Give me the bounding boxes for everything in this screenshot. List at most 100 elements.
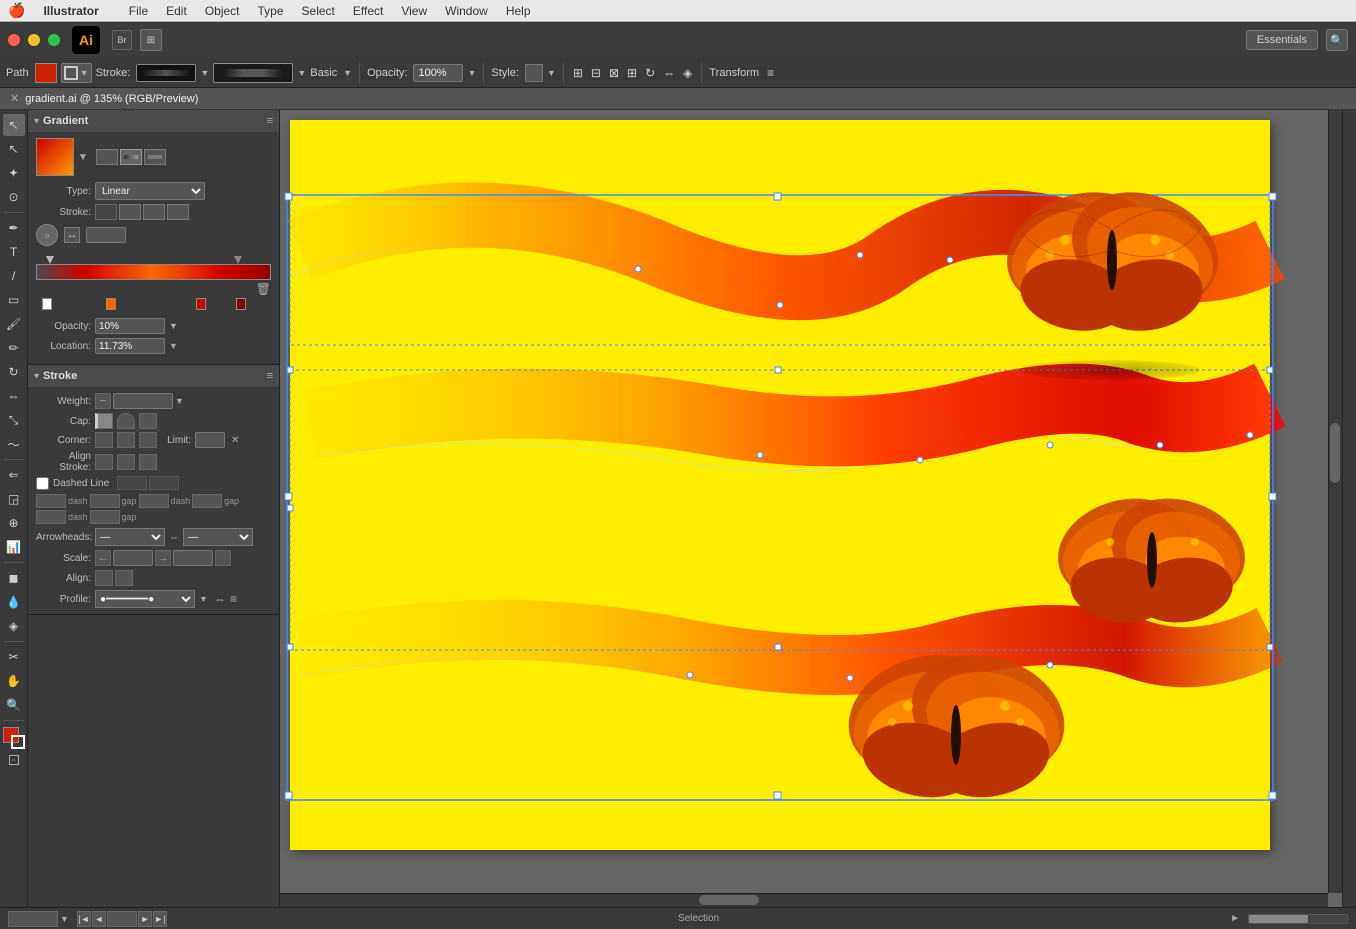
warp-tool[interactable]: 〜 (3, 433, 25, 455)
width-tool[interactable]: ⇐ (3, 464, 25, 486)
brush-preview[interactable] (213, 63, 293, 83)
gradient-swatch-dropdown[interactable]: ▼ (78, 152, 88, 163)
pencil-tool[interactable]: ✏ (3, 337, 25, 359)
style-dropdown[interactable]: ▼ (547, 68, 556, 78)
gradient-panel-header[interactable]: ▾ Gradient ≡ (28, 110, 279, 132)
free-transform-tool[interactable]: ◲ (3, 488, 25, 510)
scale-link-btn[interactable] (215, 550, 231, 566)
stroke-icon3[interactable] (143, 204, 165, 220)
dash-pattern2[interactable] (149, 476, 179, 490)
stroke-icon4[interactable] (167, 204, 189, 220)
brush-dropdown-arrow[interactable]: ▼ (297, 68, 306, 78)
stroke-icon1[interactable] (95, 204, 117, 220)
align-inside-btn[interactable] (117, 454, 135, 470)
basic-dropdown-arrow[interactable]: ▼ (343, 68, 352, 78)
corner-round-btn[interactable] (117, 432, 135, 448)
bridge-button[interactable]: Br (112, 30, 132, 50)
weight-dropdown[interactable]: ▼ (175, 396, 184, 406)
page-input[interactable]: 1 (107, 911, 137, 927)
gradient-stroke2-icon[interactable] (144, 149, 166, 165)
stroke-color-picker[interactable]: ▼ (61, 63, 92, 83)
shape-builder-tool[interactable]: ⊕ (3, 512, 25, 534)
gradient-no-stroke-icon[interactable] (96, 149, 118, 165)
gradient-panel-collapse-icon[interactable]: ▾ (34, 116, 39, 127)
dash2-input[interactable] (139, 494, 169, 508)
menu-window[interactable]: Window (437, 2, 496, 20)
corner-miter-btn[interactable] (95, 432, 113, 448)
document-tab[interactable]: ✕ gradient.ai @ 135% (RGB/Preview) (0, 88, 1356, 110)
fill-color-swatch[interactable] (35, 63, 57, 83)
dash3-input[interactable] (36, 510, 66, 524)
corner-bevel-btn[interactable] (139, 432, 157, 448)
color-stop-orange1[interactable] (106, 298, 116, 310)
scissors-tool[interactable]: ✂ (3, 646, 25, 668)
type-tool[interactable]: T (3, 241, 25, 263)
limit-close-btn[interactable]: ✕ (231, 435, 239, 446)
menu-object[interactable]: Object (197, 2, 248, 20)
cap-butt-btn[interactable] (95, 413, 113, 429)
fullscreen-window-button[interactable] (48, 34, 60, 46)
scale-tool[interactable]: ⤡ (3, 409, 25, 431)
direct-selection-tool[interactable]: ↖ (3, 138, 25, 160)
last-page-btn[interactable]: ►| (153, 911, 167, 927)
profile-dropdown[interactable]: ▼ (199, 594, 208, 604)
opacity-dropdown-arrow[interactable]: ▼ (169, 321, 178, 331)
weight-down-btn[interactable]: − (95, 393, 111, 409)
gradient-panel-options[interactable]: ≡ (267, 115, 273, 127)
blend-tool[interactable]: ◈ (3, 615, 25, 637)
align-sub-btn1[interactable] (95, 570, 113, 586)
zoom-dropdown[interactable]: ▼ (60, 914, 69, 924)
graph-tool[interactable]: 📊 (3, 536, 25, 558)
status-arrow[interactable]: ► (1230, 913, 1240, 924)
first-page-btn[interactable]: |◄ (77, 911, 91, 927)
stroke-preview[interactable] (136, 64, 196, 82)
search-button[interactable]: 🔍 (1326, 29, 1348, 51)
color-stop-darkred[interactable] (236, 298, 246, 310)
apple-menu[interactable]: 🍎 (8, 2, 25, 19)
magic-wand-tool[interactable]: ✦ (3, 162, 25, 184)
essentials-button[interactable]: Essentials (1246, 30, 1318, 50)
flip-icon[interactable]: ⇔ (661, 66, 677, 80)
extra-icon[interactable]: ≡ (765, 66, 776, 80)
hand-tool[interactable]: ✋ (3, 670, 25, 692)
color-stop-white[interactable] (42, 298, 52, 310)
arrowhead-start-select[interactable]: — (95, 528, 165, 546)
gap1-input[interactable] (90, 494, 120, 508)
next-page-btn[interactable]: ► (138, 911, 152, 927)
menu-file[interactable]: File (121, 2, 156, 20)
menu-type[interactable]: Type (250, 2, 292, 20)
perspective-icon[interactable]: ⊞ (571, 66, 585, 80)
cap-round-btn[interactable] (117, 413, 135, 429)
location-value-field[interactable]: 11.73% (95, 338, 165, 354)
stroke-panel-options[interactable]: ≡ (267, 370, 273, 382)
menu-help[interactable]: Help (498, 2, 539, 20)
color-stop-red[interactable] (196, 298, 206, 310)
weight-input[interactable] (113, 393, 173, 409)
zoom-input[interactable]: 135% (8, 911, 58, 927)
vertical-scrollbar[interactable] (1328, 110, 1342, 893)
selection-tool[interactable]: ↖ (3, 114, 25, 136)
dash-pattern1[interactable] (117, 476, 147, 490)
horizontal-scroll-thumb[interactable] (699, 895, 759, 905)
angle-dial[interactable]: ○ (36, 224, 58, 246)
angle-input[interactable] (86, 227, 126, 243)
align-sub-btn2[interactable] (115, 570, 133, 586)
gradient-type-select[interactable]: Linear Radial (95, 182, 205, 200)
scale2-input[interactable]: 100% (173, 550, 213, 566)
minimize-window-button[interactable] (28, 34, 40, 46)
close-window-button[interactable] (8, 34, 20, 46)
gap3-input[interactable] (90, 510, 120, 524)
stroke-dropdown-arrow[interactable]: ▼ (200, 68, 209, 78)
delete-stop-btn[interactable]: 🗑 (36, 282, 271, 296)
vertical-scroll-thumb[interactable] (1330, 423, 1340, 483)
view-toggle[interactable]: ⊞ (140, 29, 162, 51)
color-indicator[interactable] (3, 727, 25, 749)
right-collapse-panel[interactable] (1342, 110, 1356, 907)
transform-icon[interactable]: ⊞ (625, 66, 639, 80)
limit-input[interactable]: 10 (195, 432, 225, 448)
cap-square-btn[interactable] (139, 413, 157, 429)
zoom-tool[interactable]: 🔍 (3, 694, 25, 716)
menu-illustrator[interactable]: Illustrator (35, 2, 106, 20)
prev-page-btn[interactable]: ◄ (92, 911, 106, 927)
reverse-gradient-btn[interactable]: ↔ (64, 227, 80, 243)
